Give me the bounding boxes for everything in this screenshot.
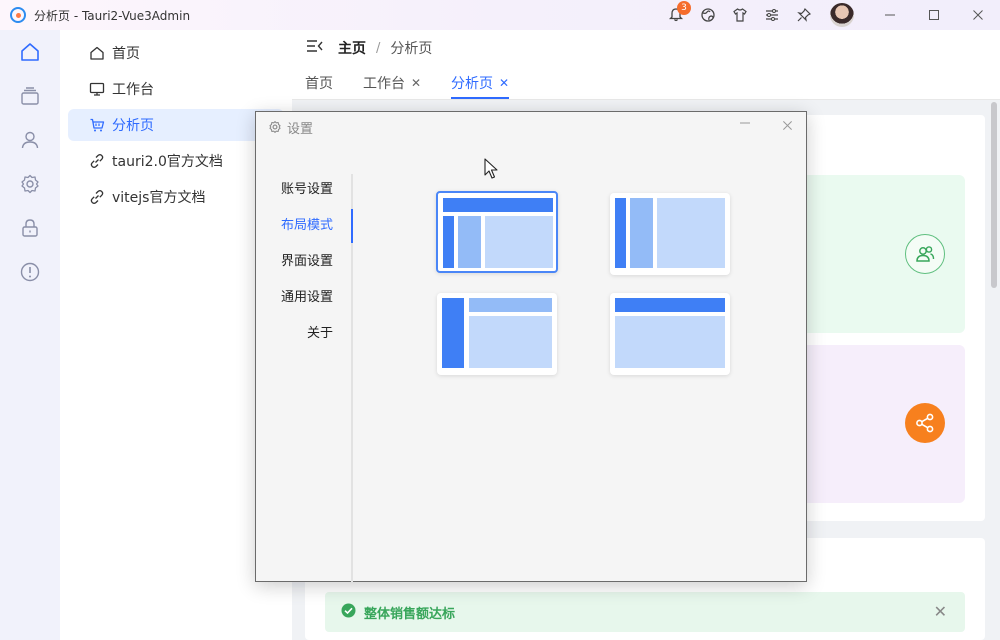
close-icon[interactable]: ✕ [411,76,421,90]
breadcrumb-home[interactable]: 主页 [338,38,366,58]
tab-home[interactable]: 首页 [305,73,333,93]
lock-icon[interactable] [0,206,60,250]
users-icon [905,234,945,274]
user-icon[interactable] [0,118,60,162]
app-logo [10,7,26,23]
sidebar-item-label: 分析页 [112,118,154,134]
mouse-cursor-icon [484,158,498,179]
layout-header-block [443,198,553,212]
sliders-icon[interactable] [756,0,788,30]
settings-dialog: 设置 账号设置 布局模式 界面设置 通用设置 关于 [255,111,807,582]
layout-side-block [442,298,464,368]
layout-side-block [615,198,626,268]
check-circle-icon [341,603,356,622]
sidebar-item-home[interactable]: 首页 [68,37,284,69]
layers-icon[interactable] [0,74,60,118]
maximize-icon[interactable] [912,0,956,30]
sidebar-item-label: vitejs官方文档 [112,190,206,206]
menu-item-layout[interactable]: 布局模式 [238,216,333,236]
close-icon[interactable] [956,0,1000,30]
layout-option-dual-sidebar[interactable] [610,193,730,275]
sidebar-item-label: tauri2.0官方文档 [112,154,223,170]
tab-workbench[interactable]: 工作台 ✕ [363,73,421,93]
layout-option-top-header[interactable] [610,293,730,375]
layout-side-block [443,216,454,268]
sidebar-item-analysis[interactable]: 分析页 [68,109,284,141]
alert-text: 整体销售额达标 [364,606,456,622]
dialog-title: 设置 [287,121,314,137]
layout-header-block [469,298,552,312]
shirt-icon[interactable] [724,0,756,30]
close-icon[interactable]: ✕ [499,76,509,90]
close-icon[interactable]: ✕ [934,602,947,621]
cart-icon [88,116,106,134]
share-icon [905,403,945,443]
menu-item-account[interactable]: 账号设置 [238,180,333,200]
layout-option-top-header-side-split[interactable] [436,191,558,273]
notification-badge: 3 [677,1,691,15]
tab-label: 工作台 [363,76,405,92]
tab-analysis[interactable]: 分析页 ✕ [451,73,509,93]
sidebar-item-label: 首页 [112,46,140,62]
layout-content-block [657,198,725,268]
minimize-icon[interactable] [868,0,912,30]
scrollbar[interactable] [991,102,997,288]
sidebar-item-label: 工作台 [112,82,154,98]
active-menu-indicator [351,209,353,243]
layout-content-block [615,316,725,368]
close-icon[interactable] [776,116,798,138]
tab-label: 分析页 [451,76,493,92]
layout-content-block [469,316,552,368]
menu-fold-icon[interactable] [306,39,324,57]
breadcrumb: 主页 / 分析页 [292,30,1000,66]
layout-header-block [615,298,725,312]
gear-icon [268,120,282,134]
title-bar: 分析页 - Tauri2-Vue3Admin 3 [0,0,1000,30]
window-title: 分析页 - Tauri2-Vue3Admin [34,8,191,23]
tab-bar: 首页 工作台 ✕ 分析页 ✕ [292,66,1000,100]
menu-item-about[interactable]: 关于 [238,324,333,344]
avatar[interactable] [830,3,854,27]
layout-option-side-with-header[interactable] [437,293,557,375]
icon-bar [0,30,60,640]
sidebar-item-tauri-docs[interactable]: tauri2.0官方文档 [68,145,284,177]
settings-icon[interactable] [0,162,60,206]
link-icon [88,152,106,170]
active-tab-indicator [451,97,509,99]
sidebar-item-workbench[interactable]: 工作台 [68,73,284,105]
alert-icon[interactable] [0,250,60,294]
link-icon [88,188,106,206]
menu-item-general[interactable]: 通用设置 [238,288,333,308]
layout-content-block [485,216,553,268]
success-alert: 整体销售额达标 ✕ [325,592,965,632]
globe-icon[interactable] [692,0,724,30]
home-icon [88,44,106,62]
layout-subside-block [630,198,653,268]
breadcrumb-current: 分析页 [390,41,433,57]
home-icon[interactable] [0,30,60,74]
dialog-title-bar: 设置 [256,112,806,142]
breadcrumb-separator: / [376,40,381,56]
pin-icon[interactable] [788,0,820,30]
monitor-icon [88,80,106,98]
menu-item-interface[interactable]: 界面设置 [238,252,333,272]
tab-label: 首页 [305,76,333,92]
minimize-icon[interactable] [734,116,756,138]
bell-icon[interactable]: 3 [660,0,692,30]
layout-subside-block [458,216,481,268]
